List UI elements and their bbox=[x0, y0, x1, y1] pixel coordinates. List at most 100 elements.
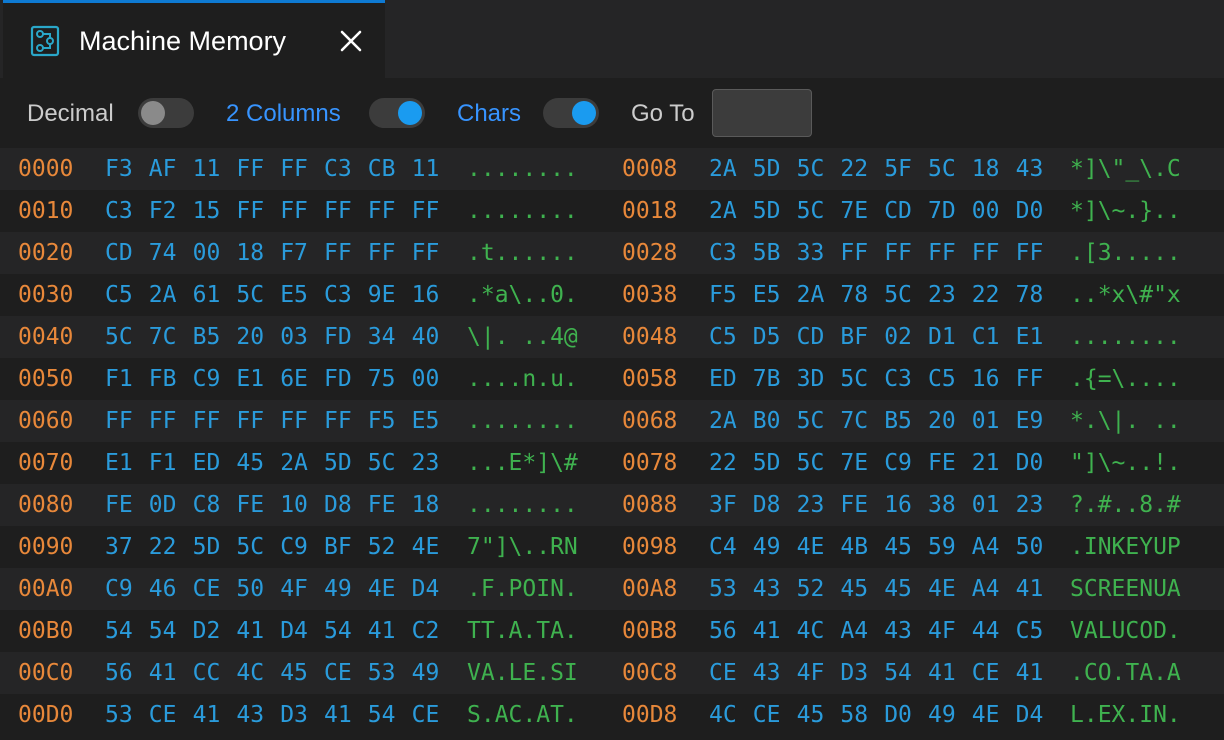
hex-byte[interactable]: B5 bbox=[884, 400, 912, 442]
tab-machine-memory[interactable]: Machine Memory bbox=[3, 0, 385, 78]
hex-byte[interactable]: 22 bbox=[149, 526, 177, 568]
hex-byte[interactable]: FF bbox=[884, 232, 912, 274]
hex-byte[interactable]: 75 bbox=[368, 358, 396, 400]
hex-byte[interactable]: 43 bbox=[753, 652, 781, 694]
hex-byte[interactable]: A4 bbox=[972, 526, 1000, 568]
hex-byte[interactable]: 54 bbox=[368, 694, 396, 736]
hex-byte[interactable]: 4C bbox=[797, 610, 825, 652]
hex-byte[interactable]: 41 bbox=[236, 610, 264, 652]
hex-byte[interactable]: 41 bbox=[324, 694, 352, 736]
hex-byte[interactable]: FF bbox=[149, 400, 177, 442]
hex-byte[interactable]: FF bbox=[324, 190, 352, 232]
hex-byte[interactable]: E9 bbox=[1016, 400, 1044, 442]
hex-byte[interactable]: FF bbox=[236, 190, 264, 232]
hex-byte[interactable]: 15 bbox=[193, 190, 221, 232]
hex-byte[interactable]: 46 bbox=[149, 568, 177, 610]
hex-byte[interactable]: CE bbox=[412, 694, 440, 736]
hex-byte[interactable]: CE bbox=[972, 652, 1000, 694]
hex-byte[interactable]: 5C bbox=[236, 526, 264, 568]
hex-byte[interactable]: FE bbox=[928, 442, 956, 484]
hex-byte[interactable]: 5D bbox=[753, 148, 781, 190]
hex-byte[interactable]: C5 bbox=[928, 358, 956, 400]
hex-byte[interactable]: 45 bbox=[884, 526, 912, 568]
hex-byte[interactable]: FF bbox=[324, 232, 352, 274]
hex-byte[interactable]: 23 bbox=[928, 274, 956, 316]
hex-byte[interactable]: 3F bbox=[709, 484, 737, 526]
hex-byte[interactable]: E5 bbox=[412, 400, 440, 442]
hex-byte[interactable]: 41 bbox=[753, 610, 781, 652]
hex-byte[interactable]: 23 bbox=[1016, 484, 1044, 526]
hex-byte[interactable]: 52 bbox=[368, 526, 396, 568]
hex-byte[interactable]: FE bbox=[105, 484, 133, 526]
hex-byte[interactable]: 01 bbox=[972, 400, 1000, 442]
hex-byte[interactable]: FF bbox=[1016, 358, 1044, 400]
chars-toggle[interactable] bbox=[543, 98, 599, 128]
hex-byte[interactable]: 00 bbox=[193, 232, 221, 274]
hex-byte[interactable]: 44 bbox=[972, 610, 1000, 652]
hex-byte[interactable]: C5 bbox=[709, 316, 737, 358]
hex-byte[interactable]: 49 bbox=[753, 526, 781, 568]
hex-byte[interactable]: E1 bbox=[236, 358, 264, 400]
hex-byte[interactable]: D2 bbox=[193, 610, 221, 652]
hex-byte[interactable]: BF bbox=[840, 316, 868, 358]
hex-byte[interactable]: 45 bbox=[797, 694, 825, 736]
hex-byte[interactable]: 2A bbox=[709, 190, 737, 232]
hex-byte[interactable]: FF bbox=[280, 148, 308, 190]
hex-byte[interactable]: 50 bbox=[236, 568, 264, 610]
hex-byte[interactable]: FF bbox=[412, 232, 440, 274]
hex-byte[interactable]: 22 bbox=[972, 274, 1000, 316]
hex-byte[interactable]: 10 bbox=[280, 484, 308, 526]
hex-byte[interactable]: 56 bbox=[105, 652, 133, 694]
hex-byte[interactable]: FE bbox=[368, 484, 396, 526]
hex-byte[interactable]: FF bbox=[412, 190, 440, 232]
hex-byte[interactable]: 49 bbox=[928, 694, 956, 736]
hex-byte[interactable]: FF bbox=[928, 232, 956, 274]
hex-byte[interactable]: 41 bbox=[368, 610, 396, 652]
hex-byte[interactable]: D0 bbox=[1016, 190, 1044, 232]
hex-byte[interactable]: D0 bbox=[884, 694, 912, 736]
hex-byte[interactable]: 5C bbox=[797, 148, 825, 190]
hex-byte[interactable]: 5C bbox=[797, 190, 825, 232]
hex-byte[interactable]: FF bbox=[280, 400, 308, 442]
hex-byte[interactable]: 23 bbox=[797, 484, 825, 526]
hex-byte[interactable]: 61 bbox=[193, 274, 221, 316]
hex-byte[interactable]: C3 bbox=[324, 274, 352, 316]
hex-byte[interactable]: 4F bbox=[928, 610, 956, 652]
hex-byte[interactable]: 45 bbox=[884, 568, 912, 610]
hex-byte[interactable]: CE bbox=[709, 652, 737, 694]
hex-byte[interactable]: 5B bbox=[753, 232, 781, 274]
hex-byte[interactable]: C1 bbox=[972, 316, 1000, 358]
hex-byte[interactable]: 59 bbox=[928, 526, 956, 568]
goto-input[interactable] bbox=[712, 89, 812, 137]
hex-byte[interactable]: 4E bbox=[797, 526, 825, 568]
hex-byte[interactable]: 2A bbox=[709, 400, 737, 442]
hex-byte[interactable]: 5D bbox=[324, 442, 352, 484]
hex-byte[interactable]: D8 bbox=[753, 484, 781, 526]
hex-byte[interactable]: FE bbox=[840, 484, 868, 526]
hex-byte[interactable]: FF bbox=[368, 232, 396, 274]
columns-toggle[interactable] bbox=[369, 98, 425, 128]
hex-byte[interactable]: 78 bbox=[1016, 274, 1044, 316]
hex-byte[interactable]: C5 bbox=[105, 274, 133, 316]
hex-byte[interactable]: 0D bbox=[149, 484, 177, 526]
hex-byte[interactable]: FF bbox=[105, 400, 133, 442]
hex-byte[interactable]: CD bbox=[797, 316, 825, 358]
hex-byte[interactable]: 20 bbox=[928, 400, 956, 442]
hex-byte[interactable]: 43 bbox=[753, 568, 781, 610]
hex-byte[interactable]: 20 bbox=[236, 316, 264, 358]
hex-byte[interactable]: 4E bbox=[368, 568, 396, 610]
hex-byte[interactable]: 54 bbox=[105, 610, 133, 652]
hex-byte[interactable]: 5C bbox=[797, 442, 825, 484]
hex-byte[interactable]: 16 bbox=[412, 274, 440, 316]
hex-byte[interactable]: 2A bbox=[709, 148, 737, 190]
hex-byte[interactable]: FF bbox=[193, 400, 221, 442]
hex-byte[interactable]: F3 bbox=[105, 148, 133, 190]
hex-byte[interactable]: 5D bbox=[753, 442, 781, 484]
hex-byte[interactable]: 54 bbox=[149, 610, 177, 652]
hex-byte[interactable]: 5F bbox=[884, 148, 912, 190]
hex-byte[interactable]: 45 bbox=[236, 442, 264, 484]
hex-byte[interactable]: 43 bbox=[236, 694, 264, 736]
hex-byte[interactable]: 54 bbox=[324, 610, 352, 652]
hex-byte[interactable]: D8 bbox=[324, 484, 352, 526]
hex-byte[interactable]: D4 bbox=[412, 568, 440, 610]
